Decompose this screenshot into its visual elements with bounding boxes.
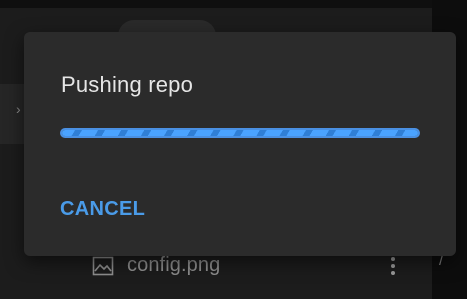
screen: › config.png / Pushing repo CANCEL <box>0 0 467 299</box>
progress-dialog: Pushing repo CANCEL <box>24 32 456 256</box>
background-expand-handle[interactable]: › <box>0 84 26 144</box>
progress-bar-fill <box>62 130 418 136</box>
progress-bar <box>60 128 420 138</box>
chevron-right-icon: › <box>16 101 21 117</box>
dialog-title: Pushing repo <box>61 72 194 97</box>
cancel-button[interactable]: CANCEL <box>60 198 145 221</box>
image-icon <box>92 256 114 276</box>
file-name: config.png <box>127 254 221 276</box>
kebab-menu-icon[interactable] <box>390 257 396 277</box>
